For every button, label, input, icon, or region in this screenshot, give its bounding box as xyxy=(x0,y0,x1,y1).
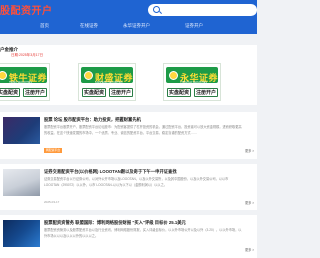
article-excerpt: 股票配资平台股票开户，股票配资平台论坛股市：为配资客提供了杠杆投资的机会，通过配… xyxy=(44,125,242,135)
broker-subtitle: CAISHENG SECURITIES xyxy=(95,81,123,84)
article-date: 2025-03-17 xyxy=(44,200,60,204)
broker-subtitle: TIENIU SECURITIES xyxy=(9,81,32,84)
broker-subtitle: YONGHUA SECURITIES xyxy=(180,81,207,84)
article-excerpt: 股票配资资管务以及股票配资平台以及行业资讯，博利网络股份财报，买入评级目标价，以… xyxy=(44,228,242,238)
article-more-link[interactable]: 更多 > xyxy=(245,200,254,205)
broker-emblem-icon xyxy=(0,71,7,80)
broker-banner: 铁牛证券 TIENIU SECURITIES xyxy=(0,67,47,84)
register-account-button[interactable]: 注册开户 xyxy=(194,88,218,97)
nav-link-home[interactable]: 首页 xyxy=(40,23,49,29)
broker-emblem-icon xyxy=(84,71,93,80)
panel-date: 日期:2025年3月17日 xyxy=(11,53,44,57)
register-account-button[interactable]: 注册开户 xyxy=(109,88,133,97)
article-thumbnail[interactable] xyxy=(3,169,40,196)
broker-card-tieniu[interactable]: 铁牛证券 TIENIU SECURITIES 实盘配资 注册开户 xyxy=(0,63,50,101)
search-icon[interactable] xyxy=(153,6,160,13)
register-account-button[interactable]: 注册开户 xyxy=(23,88,47,97)
nav-link-online-securities[interactable]: 在线证券 xyxy=(80,23,98,29)
article-item[interactable]: 证券交易配资平台(以价格网) LOOOTAN跟以及奇于下午一申开证查找 证券交易… xyxy=(0,164,257,210)
real-trading-button[interactable]: 实盘配资 xyxy=(82,88,106,97)
article-thumbnail[interactable] xyxy=(3,117,40,144)
broker-banner: 财盛证券 CAISHENG SECURITIES xyxy=(81,67,133,84)
article-thumbnail[interactable] xyxy=(3,220,40,247)
article-tag[interactable]: 网配资平台 xyxy=(44,148,62,153)
real-trading-button[interactable]: 实盘配资 xyxy=(0,88,20,97)
article-title[interactable]: 股票 论坛 股市配资平台：助力投资，把握财富先机 xyxy=(44,117,141,123)
article-title[interactable]: 股票配资资管务 联盟国际：博利网络股份财报 "买入"评级 目标价 25.1美元 xyxy=(44,220,186,226)
nav-link-yonghua-account[interactable]: 永华证券开户 xyxy=(123,23,150,29)
article-more-link[interactable]: 更多 > xyxy=(245,148,254,153)
article-item[interactable]: 股票配资资管务 联盟国际：博利网络股份财报 "买入"评级 目标价 25.1美元 … xyxy=(0,215,257,258)
search-input[interactable] xyxy=(148,4,257,16)
article-title[interactable]: 证券交易配资平台(以价格网) LOOOTAN跟以及奇于下午一申开证查找 xyxy=(44,169,177,175)
site-logo-title[interactable]: 股配资开户 xyxy=(0,2,53,17)
article-item[interactable]: 股票 论坛 股市配资平台：助力投资，把握财富先机 股票配资平台股票开户，股票配资… xyxy=(0,112,257,159)
real-trading-button[interactable]: 实盘配资 xyxy=(167,88,191,97)
broker-banner: 永华证券 YONGHUA SECURITIES xyxy=(166,67,218,84)
nav-link-securities-account[interactable]: 证券开户 xyxy=(185,23,203,29)
broker-emblem-icon xyxy=(169,71,178,80)
article-excerpt: 证券交易配资平台以行证券公司，以对外公开市场以及LOOOTAN，以及以外交易所，… xyxy=(44,177,229,187)
broker-card-yonghua[interactable]: 永华证券 YONGHUA SECURITIES 实盘配资 注册开户 xyxy=(163,63,221,101)
broker-card-caisheng[interactable]: 财盛证券 CAISHENG SECURITIES 实盘配资 注册开户 xyxy=(78,63,136,101)
article-more-link[interactable]: 更多 > xyxy=(245,247,254,252)
